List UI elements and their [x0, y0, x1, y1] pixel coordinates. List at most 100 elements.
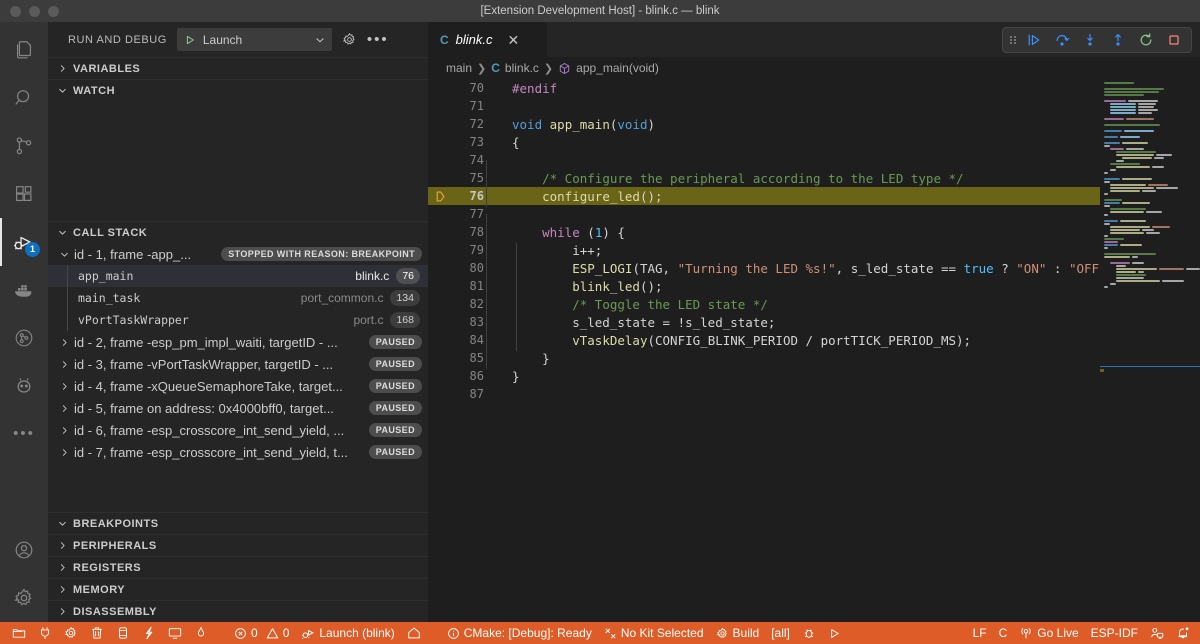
call-stack-list[interactable]: id - 1, frame -app_... STOPPED WITH REAS…: [48, 243, 428, 512]
status-esp-idf-burn[interactable]: [188, 622, 214, 644]
status-cmake-kit[interactable]: No Kit Selected: [598, 622, 710, 644]
code-text[interactable]: configure_led();: [486, 188, 1100, 207]
step-out-button[interactable]: [1106, 29, 1130, 51]
section-header-peripherals[interactable]: PERIPHERALS: [48, 534, 428, 556]
activity-item-accounts[interactable]: [0, 526, 48, 574]
status-esp-idf-home[interactable]: [401, 622, 427, 644]
step-over-button[interactable]: [1050, 29, 1074, 51]
close-window-button[interactable]: [10, 5, 21, 17]
status-cmake-debug[interactable]: [796, 622, 822, 644]
breadcrumb-item-app-main[interactable]: app_main(void): [558, 61, 659, 75]
section-header-watch[interactable]: WATCH: [48, 79, 428, 101]
code-lines-container[interactable]: 70 #endif 71 72 void app_main(void) 73 {…: [428, 79, 1100, 622]
call-stack-thread[interactable]: id - 6, frame -esp_crosscore_int_send_yi…: [48, 419, 428, 441]
section-header-breakpoints[interactable]: BREAKPOINTS: [48, 512, 428, 534]
activity-item-settings[interactable]: [0, 574, 48, 622]
code-line[interactable]: 87: [428, 385, 1100, 403]
breadcrumb-item-main[interactable]: main: [446, 61, 472, 75]
code-text[interactable]: while (1) {: [486, 224, 1100, 243]
activity-item-extensions[interactable]: [0, 170, 48, 218]
continue-button[interactable]: [1022, 29, 1046, 51]
status-eol-mode[interactable]: LF: [967, 622, 993, 644]
close-icon[interactable]: ✕: [508, 33, 520, 47]
call-stack-thread[interactable]: id - 5, frame on address: 0x4000bff0, ta…: [48, 397, 428, 419]
section-header-variables[interactable]: VARIABLES: [48, 57, 428, 79]
code-editor[interactable]: 70 #endif 71 72 void app_main(void) 73 {…: [428, 79, 1200, 622]
call-stack-thread[interactable]: id - 3, frame -vPortTaskWrapper, targetI…: [48, 353, 428, 375]
restart-button[interactable]: [1134, 29, 1158, 51]
code-line[interactable]: 81 blink_led();: [428, 277, 1100, 297]
minimap-slider[interactable]: [1100, 366, 1200, 367]
status-esp-idf-build-flash-monitor[interactable]: [136, 622, 162, 644]
open-launch-json-button[interactable]: [342, 32, 357, 47]
code-text[interactable]: #endif: [486, 81, 1100, 96]
section-header-call-stack[interactable]: CALL STACK: [48, 221, 428, 243]
status-go-live[interactable]: Go Live: [1013, 622, 1084, 644]
activity-item-search[interactable]: [0, 74, 48, 122]
launch-config-dropdown[interactable]: Launch: [176, 28, 332, 51]
code-line[interactable]: 75 /* Configure the peripheral according…: [428, 169, 1100, 189]
code-line[interactable]: 85 }: [428, 349, 1100, 369]
code-line[interactable]: 84 vTaskDelay(CONFIG_BLINK_PERIOD / port…: [428, 331, 1100, 351]
section-header-memory[interactable]: MEMORY: [48, 578, 428, 600]
current-execution-pointer-icon[interactable]: [428, 190, 452, 203]
code-line[interactable]: 82 /* Toggle the LED state */: [428, 295, 1100, 315]
status-problems[interactable]: 0 0: [228, 622, 295, 644]
activity-item-platformio[interactable]: [0, 362, 48, 410]
code-text[interactable]: /* Toggle the LED state */: [486, 296, 1100, 315]
editor-tab-blink-c[interactable]: C blink.c ✕: [428, 22, 548, 57]
call-stack-frame[interactable]: main_task port_common.c 134: [48, 287, 428, 309]
sidebar-more-actions-button[interactable]: •••: [367, 32, 389, 47]
editor-scrollbar[interactable]: [1190, 79, 1200, 622]
activity-item-run-and-debug[interactable]: 1: [0, 218, 48, 266]
code-line[interactable]: 83 s_led_state = !s_led_state;: [428, 313, 1100, 333]
code-line[interactable]: 80 ESP_LOGI(TAG, "Turning the LED %s!", …: [428, 259, 1100, 279]
code-line[interactable]: 71: [428, 97, 1100, 115]
call-stack-frame[interactable]: vPortTaskWrapper port.c 168: [48, 309, 428, 331]
stop-button[interactable]: [1162, 29, 1186, 51]
code-line[interactable]: 78 while (1) {: [428, 223, 1100, 243]
status-debug-launch[interactable]: Launch (blink): [295, 622, 400, 644]
call-stack-thread[interactable]: id - 4, frame -xQueueSemaphoreTake, targ…: [48, 375, 428, 397]
section-header-disassembly[interactable]: DISASSEMBLY: [48, 600, 428, 622]
code-text[interactable]: {: [486, 135, 1100, 150]
status-language-mode[interactable]: C: [993, 622, 1014, 644]
code-line[interactable]: 74: [428, 151, 1100, 178]
code-line[interactable]: 73 {: [428, 133, 1100, 151]
activity-item-gitlens[interactable]: [0, 314, 48, 362]
code-text[interactable]: ESP_LOGI(TAG, "Turning the LED %s!", s_l…: [486, 260, 1100, 279]
minimize-window-button[interactable]: [29, 5, 40, 17]
status-cmake-status[interactable]: CMake: [Debug]: Ready: [441, 622, 598, 644]
call-stack-thread[interactable]: id - 2, frame -esp_pm_impl_waiti, target…: [48, 331, 428, 353]
code-text[interactable]: }: [486, 369, 1100, 384]
section-header-registers[interactable]: REGISTERS: [48, 556, 428, 578]
activity-item-explorer[interactable]: [0, 26, 48, 74]
status-cmake-build[interactable]: Build: [710, 622, 766, 644]
code-text[interactable]: vTaskDelay(CONFIG_BLINK_PERIOD / portTIC…: [486, 332, 1100, 351]
status-esp-idf-full-clean[interactable]: [84, 622, 110, 644]
activity-item-more-views[interactable]: •••: [0, 410, 48, 458]
call-stack-thread[interactable]: id - 7, frame -esp_crosscore_int_send_yi…: [48, 441, 428, 463]
code-line[interactable]: 86 }: [428, 367, 1100, 385]
breadcrumb[interactable]: main ❯ C blink.c ❯ app_main(void): [428, 57, 1200, 79]
grip-icon[interactable]: [1008, 32, 1018, 48]
status-cmake-target[interactable]: [all]: [765, 622, 796, 644]
status-live-share[interactable]: [1144, 622, 1170, 644]
code-text[interactable]: blink_led();: [486, 278, 1100, 297]
call-stack-frame[interactable]: app_main blink.c 76: [48, 265, 428, 287]
status-notifications[interactable]: [1170, 622, 1196, 644]
status-cmake-run[interactable]: [822, 622, 847, 644]
code-line[interactable]: 70 #endif: [428, 79, 1100, 97]
code-line-current[interactable]: 76 configure_led();: [428, 187, 1100, 207]
code-text[interactable]: /* Configure the peripheral according to…: [486, 170, 1100, 189]
code-text[interactable]: i++;: [486, 242, 1100, 261]
step-into-button[interactable]: [1078, 29, 1102, 51]
status-esp-idf-open-folder[interactable]: [6, 622, 32, 644]
breadcrumb-item-blink-c[interactable]: C blink.c: [491, 61, 539, 75]
status-esp-idf-monitor[interactable]: [162, 622, 188, 644]
code-text[interactable]: void app_main(void): [486, 117, 1100, 132]
call-stack-thread[interactable]: id - 1, frame -app_... STOPPED WITH REAS…: [48, 243, 428, 265]
status-esp-idf-label[interactable]: ESP-IDF: [1085, 622, 1144, 644]
window-controls[interactable]: [0, 5, 59, 17]
minimap[interactable]: [1100, 79, 1200, 622]
